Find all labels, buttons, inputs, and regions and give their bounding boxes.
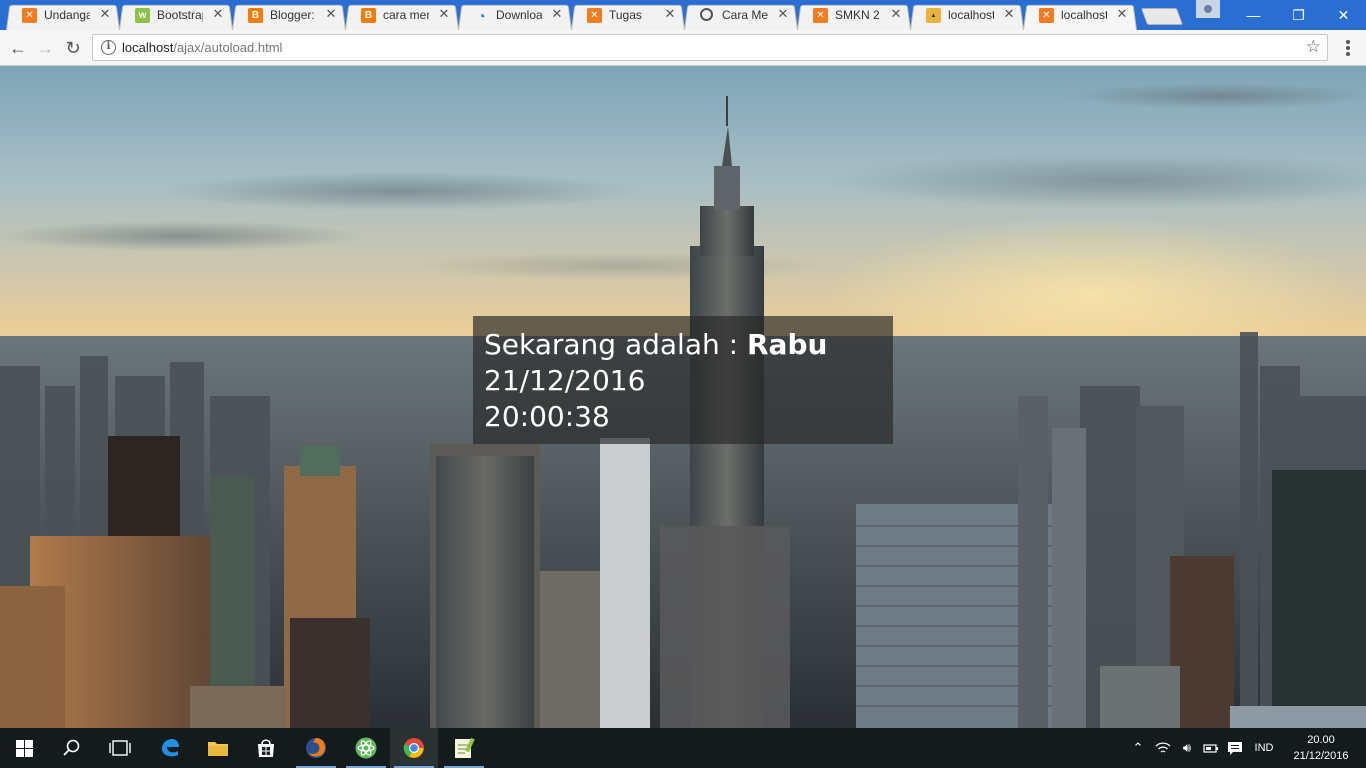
chrome-icon xyxy=(403,738,424,758)
tab-0[interactable]: ✕ Undangan ✕ xyxy=(6,0,120,30)
clock-day: Rabu xyxy=(746,328,828,361)
chrome-button[interactable] xyxy=(390,728,438,768)
windows-logo-icon xyxy=(15,739,33,757)
store-button[interactable] xyxy=(242,728,290,768)
close-icon[interactable]: ✕ xyxy=(1002,7,1016,21)
bootstrap-icon: w xyxy=(135,8,150,23)
address-bar[interactable]: i localhost/ajax/autoload.html ☆ xyxy=(92,34,1328,61)
clock-time: 20:00:38 xyxy=(484,400,610,433)
taskbar-date: 21/12/2016 xyxy=(1293,750,1349,762)
tab-1[interactable]: w Bootstrap ✕ xyxy=(119,0,233,30)
blogger-icon: B xyxy=(361,8,376,23)
forward-arrow-icon[interactable]: → xyxy=(34,37,56,59)
tab-3[interactable]: B cara mem ✕ xyxy=(345,0,459,30)
download-icon: ◔ xyxy=(477,7,486,24)
atom-icon xyxy=(355,737,377,759)
clock-date: 21/12/2016 xyxy=(484,364,646,397)
tab-2[interactable]: B Blogger: J ✕ xyxy=(232,0,346,30)
tab-6[interactable]: Cara Mem ✕ xyxy=(684,0,798,30)
tab-9-active[interactable]: ✕ localhost/ ✕ xyxy=(1023,0,1137,30)
info-icon[interactable]: i xyxy=(101,40,116,55)
tab-title: Undangan xyxy=(44,8,90,22)
xampp-icon: ✕ xyxy=(1039,8,1054,23)
profile-icon[interactable] xyxy=(1196,0,1220,18)
new-tab-button[interactable] xyxy=(1140,8,1184,25)
power-icon xyxy=(1203,744,1218,753)
notepad-button[interactable] xyxy=(440,728,488,768)
menu-icon[interactable] xyxy=(1340,39,1356,57)
close-icon[interactable]: ✕ xyxy=(211,7,225,21)
folder-icon xyxy=(208,742,228,756)
taskbar: ⌃ 🔊︎ IND 20.00 21/12/2016 xyxy=(0,728,1366,768)
back-arrow-icon[interactable]: ← xyxy=(7,37,29,59)
url-host: localhost xyxy=(122,40,174,55)
xampp-icon: ✕ xyxy=(587,8,602,23)
xampp-icon: ✕ xyxy=(813,8,828,23)
tab-strip: ✕ Undangan ✕ w Bootstrap ✕ B Blogger: J … xyxy=(0,0,1366,30)
tab-title: localhost/ xyxy=(1061,8,1107,22)
chevron-up-icon[interactable]: ⌃ xyxy=(1128,728,1148,768)
close-icon[interactable]: ✕ xyxy=(550,7,564,21)
battery-icon[interactable] xyxy=(1200,728,1222,768)
tab-title: Download xyxy=(496,8,542,22)
restore-icon[interactable]: ❐ xyxy=(1276,0,1321,30)
tab-list: ✕ Undangan ✕ w Bootstrap ✕ B Blogger: J … xyxy=(6,0,1137,30)
tab-title: SMKN 2 | xyxy=(835,8,881,22)
tab-5[interactable]: ✕ Tugas ✕ xyxy=(571,0,685,30)
google-icon xyxy=(700,8,713,21)
language-indicator[interactable]: IND xyxy=(1248,728,1280,768)
tab-4[interactable]: ◔ Download ✕ xyxy=(458,0,572,30)
close-icon[interactable]: ✕ xyxy=(1115,7,1129,21)
tab-8[interactable]: ▲ localhost ✕ xyxy=(910,0,1024,30)
file-explorer-button[interactable] xyxy=(194,728,242,768)
tab-title: Bootstrap xyxy=(157,8,203,22)
tab-title: cara mem xyxy=(383,8,429,22)
start-button[interactable] xyxy=(0,728,48,768)
close-icon[interactable]: ✕ xyxy=(98,7,112,21)
edge-icon xyxy=(162,739,179,757)
tab-title: Cara Mem xyxy=(722,8,768,22)
task-view-icon xyxy=(109,740,131,756)
clock-day-line: Sekarang adalah : Rabu xyxy=(484,327,882,363)
store-icon xyxy=(258,739,274,757)
close-icon[interactable]: ✕ xyxy=(437,7,451,21)
taskbar-clock[interactable]: 20.00 21/12/2016 xyxy=(1286,732,1356,764)
firefox-button[interactable] xyxy=(292,728,340,768)
browser-toolbar: ← → ↻ i localhost/ajax/autoload.html ☆ xyxy=(0,30,1366,66)
edge-button[interactable] xyxy=(146,728,194,768)
network-icon[interactable] xyxy=(1152,728,1174,768)
reload-icon[interactable]: ↻ xyxy=(62,37,84,59)
url-path: /ajax/autoload.html xyxy=(173,40,283,55)
url-text[interactable]: localhost/ajax/autoload.html xyxy=(122,40,282,56)
atom-button[interactable] xyxy=(342,728,390,768)
xampp-icon: ✕ xyxy=(22,8,37,23)
tab-title: Blogger: J xyxy=(270,8,316,22)
window-controls: — ❐ ✕ xyxy=(1231,0,1366,30)
wifi-icon xyxy=(1155,742,1171,753)
phpmyadmin-icon: ▲ xyxy=(926,8,941,23)
taskbar-time: 20.00 xyxy=(1307,734,1335,746)
close-icon[interactable]: ✕ xyxy=(776,7,790,21)
minimize-icon[interactable]: — xyxy=(1231,0,1276,30)
tab-title: localhost xyxy=(948,8,994,22)
volume-icon[interactable]: 🔊︎ xyxy=(1176,728,1198,768)
blogger-icon: B xyxy=(248,8,263,23)
task-view-button[interactable] xyxy=(96,728,144,768)
close-icon[interactable]: ✕ xyxy=(324,7,338,21)
page-background: Sekarang adalah : Rabu 21/12/2016 20:00:… xyxy=(0,66,1366,728)
search-button[interactable] xyxy=(48,728,96,768)
notepad-icon xyxy=(455,737,475,758)
close-icon[interactable]: ✕ xyxy=(663,7,677,21)
firefox-icon xyxy=(306,738,326,758)
clock-panel: Sekarang adalah : Rabu 21/12/2016 20:00:… xyxy=(473,316,893,444)
tab-title: Tugas xyxy=(609,8,642,22)
action-center-icon[interactable] xyxy=(1224,728,1246,768)
notification-icon xyxy=(1228,741,1242,755)
bookmark-star-icon[interactable]: ☆ xyxy=(1306,37,1321,57)
clock-prefix: Sekarang adalah : xyxy=(484,328,747,361)
tab-7[interactable]: ✕ SMKN 2 | ✕ xyxy=(797,0,911,30)
close-icon[interactable]: ✕ xyxy=(889,7,903,21)
close-window-icon[interactable]: ✕ xyxy=(1321,0,1366,30)
search-icon xyxy=(63,739,80,756)
